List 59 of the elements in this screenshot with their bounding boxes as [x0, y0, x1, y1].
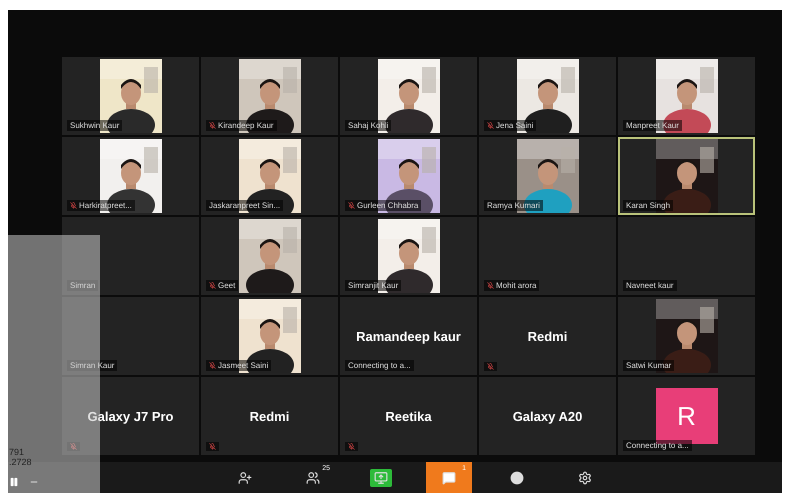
settings-icon	[578, 470, 592, 484]
connection-status: Connecting to a...	[626, 441, 689, 450]
video-tile[interactable]: Galaxy J7 Pro	[62, 377, 199, 455]
video-tile[interactable]: Satwi Kumar	[618, 297, 755, 375]
video-tile[interactable]: Simran Kaur	[62, 297, 199, 375]
video-tile[interactable]: Simranjit Kaur	[340, 217, 477, 295]
participant-name: Galaxy A20	[512, 408, 582, 424]
video-tile[interactable]: Redmi	[479, 297, 616, 375]
participant-name: Simran Kaur	[70, 361, 114, 370]
video-tile[interactable]: Ramya Kumari	[479, 137, 616, 215]
video-tile[interactable]: R Connecting to a...	[618, 377, 755, 455]
add-user-icon	[238, 470, 252, 484]
video-tile[interactable]: Sahaj Kohli	[340, 57, 477, 135]
participant-name: Redmi	[528, 328, 568, 344]
share-screen-icon	[374, 470, 388, 484]
video-tile[interactable]: Ramandeep kaur Connecting to a...	[340, 297, 477, 375]
participant-name: Reetika	[385, 408, 432, 424]
connection-status: Connecting to a...	[348, 361, 411, 370]
participant-name: Harkiratpreet...	[79, 201, 132, 210]
record-icon	[510, 470, 524, 484]
participant-name: Simranjit Kaur	[348, 281, 398, 290]
overlay-text: 791	[9, 447, 26, 457]
participant-name: Navneet kaur	[626, 281, 674, 290]
participant-name: Jaskaranpreet Sin...	[209, 201, 280, 210]
participant-name: Ramandeep kaur	[356, 328, 461, 344]
video-tile[interactable]: Jena Saini	[479, 57, 616, 135]
participant-name: Jasmeet Saini	[218, 361, 268, 370]
video-tile[interactable]: Jasmeet Saini	[201, 297, 338, 375]
participant-name: Ramya Kumari	[487, 201, 540, 210]
video-tile[interactable]: Gurleen Chhabra	[340, 137, 477, 215]
chat-icon	[442, 470, 456, 484]
participant-name: Karan Singh	[626, 201, 670, 210]
participant-name: Kirandeep Kaur	[218, 121, 274, 130]
video-tile[interactable]: Kirandeep Kaur	[201, 57, 338, 135]
video-tile[interactable]: Mohit arora	[479, 217, 616, 295]
participant-name: Mohit arora	[496, 281, 536, 290]
video-tile[interactable]: Reetika	[340, 377, 477, 455]
video-tile[interactable]: Jaskaranpreet Sin...	[201, 137, 338, 215]
video-tile[interactable]: Manpreet Kaur	[618, 57, 755, 135]
participant-name: Sukhwin Kaur	[70, 121, 120, 130]
participant-name: Redmi	[250, 408, 290, 424]
participant-name: Geet	[218, 281, 236, 290]
video-tile[interactable]: Geet	[201, 217, 338, 295]
participant-name: Jena Saini	[496, 121, 534, 130]
video-tile[interactable]: Harkiratpreet...	[62, 137, 199, 215]
video-tile[interactable]: Sukhwin Kaur	[62, 57, 199, 135]
video-tile[interactable]: Navneet kaur	[618, 217, 755, 295]
participant-name: Satwi Kumar	[626, 361, 672, 370]
participant-name: Sahaj Kohli	[348, 121, 388, 130]
overlay-text: .2728	[9, 457, 33, 467]
video-tile[interactable]: Redmi	[201, 377, 338, 455]
participant-name: Galaxy J7 Pro	[88, 408, 174, 424]
participant-name: Manpreet Kaur	[626, 121, 679, 130]
video-tile[interactable]: Galaxy A20	[479, 377, 616, 455]
participant-name: Gurleen Chhabra	[357, 201, 418, 210]
pause-icon[interactable]	[9, 477, 19, 487]
participant-name: Simran	[70, 281, 96, 290]
participants-icon	[306, 470, 320, 484]
video-tile[interactable]: Karan Singh	[618, 137, 755, 215]
